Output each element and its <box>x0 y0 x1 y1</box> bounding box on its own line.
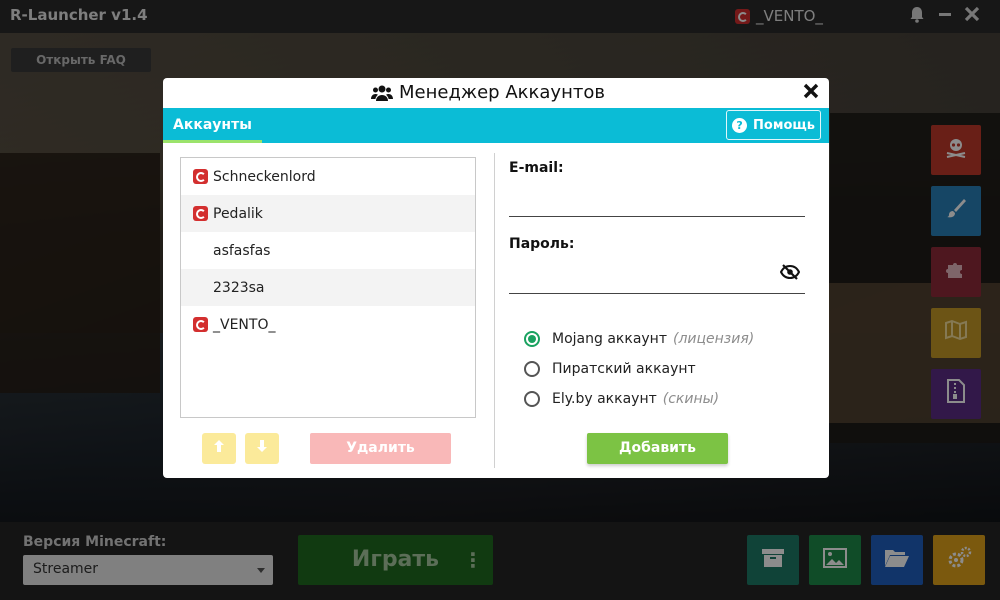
close-icon[interactable] <box>803 82 819 102</box>
add-account-button[interactable]: Добавить <box>587 433 728 464</box>
accounts-list: Schneckenlord Pedalik asfasfas 2323sa _V… <box>180 157 476 418</box>
divider <box>494 153 495 468</box>
minecraft-logo-icon <box>193 169 208 184</box>
email-field[interactable] <box>509 186 805 214</box>
account-name: Pedalik <box>213 205 263 222</box>
eye-slash-icon[interactable] <box>779 264 801 284</box>
move-down-button[interactable] <box>245 433 279 464</box>
minecraft-logo-icon <box>193 206 208 221</box>
list-item[interactable]: asfasfas <box>181 232 475 269</box>
radio-pirate[interactable]: Пиратский аккаунт <box>524 361 696 377</box>
radio-button[interactable] <box>524 391 540 407</box>
help-button[interactable]: ? Помощь <box>726 110 821 140</box>
account-name: _VENTO_ <box>213 316 276 333</box>
password-label: Пароль: <box>509 236 575 252</box>
tab-accounts[interactable]: Аккаунты <box>163 108 262 143</box>
help-label: Помощь <box>753 117 815 133</box>
email-underline <box>509 216 805 217</box>
dialog-title: Менеджер Аккаунтов <box>371 82 605 103</box>
radio-elyby[interactable]: Ely.by аккаунт (скины) <box>524 391 719 407</box>
users-icon <box>371 84 393 102</box>
radio-button[interactable] <box>524 331 540 347</box>
dialog-title-text: Менеджер Аккаунтов <box>399 82 605 103</box>
account-name: Schneckenlord <box>213 168 316 185</box>
minecraft-logo-icon <box>193 317 208 332</box>
password-field[interactable] <box>509 262 771 290</box>
password-underline <box>509 293 805 294</box>
account-name: asfasfas <box>213 242 271 259</box>
radio-button[interactable] <box>524 361 540 377</box>
radio-hint: (скины) <box>662 391 720 407</box>
dialog-header: Менеджер Аккаунтов <box>163 78 829 108</box>
list-item[interactable]: 2323sa <box>181 269 475 306</box>
move-up-button[interactable] <box>202 433 236 464</box>
radio-label: Пиратский аккаунт <box>552 361 696 377</box>
account-manager-dialog: Менеджер Аккаунтов Аккаунты ? Помощь Sch… <box>163 78 829 478</box>
radio-mojang[interactable]: Mojang аккаунт (лицензия) <box>524 331 754 347</box>
question-icon: ? <box>732 117 748 133</box>
arrow-up-icon <box>214 440 224 456</box>
arrow-down-icon <box>257 440 267 456</box>
radio-hint: (лицензия) <box>673 331 755 347</box>
list-item[interactable]: _VENTO_ <box>181 306 475 343</box>
radio-label: Ely.by аккаунт <box>552 391 657 407</box>
list-item[interactable]: Pedalik <box>181 195 475 232</box>
delete-button[interactable]: Удалить <box>310 433 451 464</box>
account-name: 2323sa <box>213 279 265 296</box>
radio-label: Mojang аккаунт <box>552 331 667 347</box>
list-item[interactable]: Schneckenlord <box>181 158 475 195</box>
dialog-tabbar: Аккаунты ? Помощь <box>163 108 829 143</box>
email-label: E-mail: <box>509 160 564 176</box>
